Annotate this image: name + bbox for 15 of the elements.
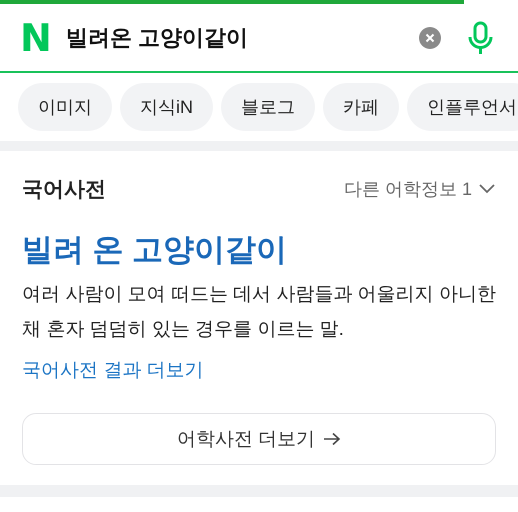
section-title: 국어사전: [22, 177, 106, 203]
more-results-link[interactable]: 국어사전 결과 더보기: [22, 357, 204, 383]
chevron-down-icon: [478, 183, 496, 195]
other-info-toggle[interactable]: 다른 어학정보 1: [344, 177, 496, 201]
definition-text: 여러 사람이 모여 떠드는 데서 사람들과 어울리지 아니한 채 혼자 덤덤히 있는 경우를 이르는 말.: [22, 283, 496, 342]
clear-icon[interactable]: [418, 26, 442, 50]
more-dictionary-button[interactable]: 어학사전 더보기: [22, 413, 496, 465]
search-tab[interactable]: 지식iN: [120, 83, 213, 131]
search-tab[interactable]: 블로그: [221, 83, 315, 131]
search-field[interactable]: 빌려온 고양이같이: [66, 24, 404, 50]
arrow-right-icon: [323, 432, 342, 446]
search-tab[interactable]: 이미지: [18, 83, 112, 131]
search-tab[interactable]: 카페: [323, 83, 399, 131]
headword-link[interactable]: 빌려 온 고양이같이: [22, 229, 496, 271]
search-tab[interactable]: 인플루언서: [407, 83, 518, 131]
